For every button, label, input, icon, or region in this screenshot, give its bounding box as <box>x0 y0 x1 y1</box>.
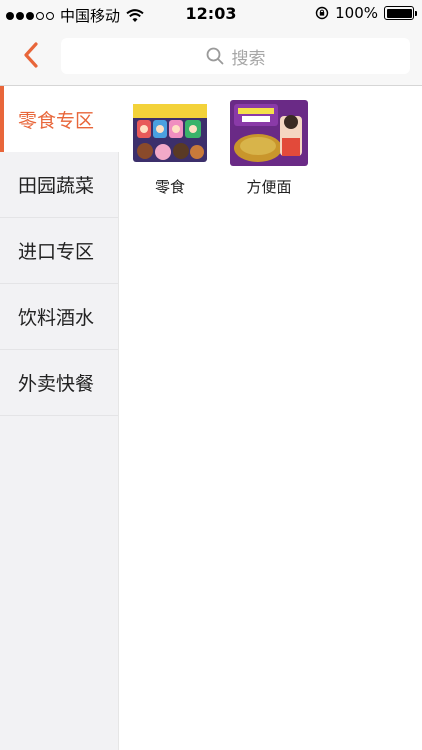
sidebar-item-label: 进口专区 <box>18 241 95 263</box>
sidebar-item-imported[interactable]: 进口专区 <box>0 218 118 284</box>
product-grid: 零食 方便面 <box>119 86 422 750</box>
sidebar-item-label: 外卖快餐 <box>18 373 95 395</box>
sidebar-item-snacks[interactable]: 零食专区 <box>0 86 120 152</box>
sidebar-item-label: 田园蔬菜 <box>18 175 95 197</box>
battery-icon <box>384 6 417 20</box>
status-right: 100% <box>315 4 417 22</box>
back-button[interactable] <box>14 38 48 72</box>
sidebar-item-label: 零食专区 <box>18 109 95 132</box>
category-sidebar: 零食专区 田园蔬菜 进口专区 饮料酒水 外卖快餐 <box>0 86 120 750</box>
product-item-instant-noodles[interactable]: 方便面 <box>219 98 319 197</box>
sidebar-item-drinks[interactable]: 饮料酒水 <box>0 284 118 350</box>
orientation-lock-icon <box>315 6 329 20</box>
chevron-left-icon <box>24 42 38 68</box>
search-icon <box>206 47 223 65</box>
product-item-snacks[interactable]: 零食 <box>120 98 220 197</box>
sidebar-item-label: 饮料酒水 <box>18 307 95 329</box>
sidebar-item-takeout[interactable]: 外卖快餐 <box>0 350 118 416</box>
search-input[interactable]: 搜索 <box>61 38 410 74</box>
nav-bar: 搜索 <box>0 28 422 86</box>
snack-package-image <box>133 104 207 162</box>
sidebar-item-vegetables[interactable]: 田园蔬菜 <box>0 152 118 218</box>
product-label: 零食 <box>154 178 185 196</box>
search-placeholder: 搜索 <box>231 48 266 69</box>
product-label: 方便面 <box>246 178 292 196</box>
noodle-package-image <box>230 100 308 166</box>
battery-percent: 100% <box>335 4 378 22</box>
status-bar: 中国移动 12:03 100% <box>0 0 422 28</box>
